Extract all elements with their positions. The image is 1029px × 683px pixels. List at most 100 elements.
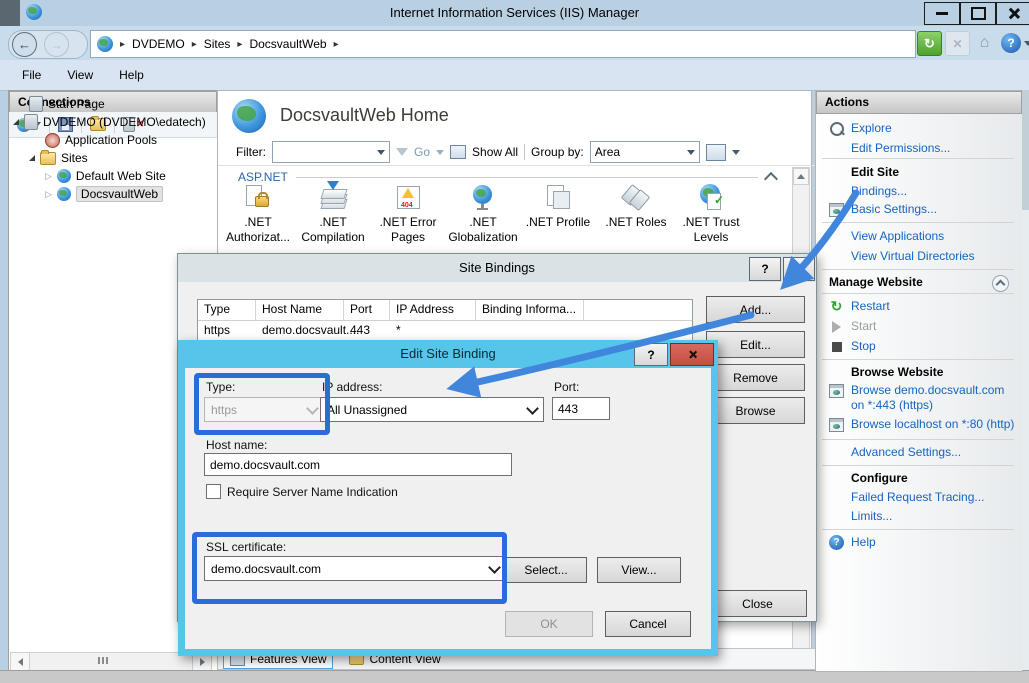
home-button[interactable]: ⌂ (973, 31, 996, 54)
host-name-input[interactable]: demo.docsvault.com (204, 453, 512, 476)
dialog-close-button[interactable] (783, 257, 815, 281)
tree-item-sites[interactable]: Sites (29, 149, 88, 167)
menu-bar: File View Help (0, 60, 1029, 91)
minimize-button[interactable] (924, 2, 960, 25)
action-failed-request-tracing[interactable]: Failed Request Tracing... (829, 490, 1017, 505)
section-collapse-icon[interactable] (764, 172, 778, 186)
feature-net-profile[interactable]: .NET Profile (520, 183, 596, 230)
close-dialog-button[interactable]: Close (708, 590, 807, 617)
stop-load-button[interactable]: ✕ (945, 31, 970, 56)
maximize-button[interactable] (960, 2, 996, 25)
expanded-arrow-icon[interactable] (29, 155, 35, 161)
dialog-help-button[interactable]: ? (749, 257, 781, 281)
menu-view[interactable]: View (67, 68, 93, 82)
close-icon (1007, 7, 1020, 20)
scroll-left-button[interactable] (10, 652, 30, 671)
feature-net-globalization[interactable]: .NET Globalization (445, 183, 521, 245)
sni-checkbox[interactable] (206, 484, 221, 499)
net-compilation-icon (319, 183, 347, 211)
collapsed-arrow-icon[interactable]: ▷ (45, 171, 52, 182)
col-host-name[interactable]: Host Name (256, 300, 344, 320)
select-button[interactable]: Select... (505, 557, 587, 583)
section-header-aspnet[interactable]: ASP.NET (238, 170, 288, 184)
show-all-icon (450, 145, 466, 159)
view-button[interactable]: View... (597, 557, 681, 583)
close-button[interactable] (996, 2, 1029, 25)
port-input[interactable]: 443 (552, 397, 610, 420)
tree-item-default-web-site[interactable]: ▷ Default Web Site (45, 167, 166, 185)
filter-input[interactable] (272, 141, 390, 163)
group-by-select[interactable]: Area (590, 141, 700, 163)
action-explore[interactable]: Explore (829, 121, 1017, 136)
action-view-virtual-directories[interactable]: View Virtual Directories (829, 249, 1017, 264)
basic-settings-icon (829, 202, 844, 217)
action-limits[interactable]: Limits... (829, 509, 1017, 524)
show-all-button[interactable]: Show All (472, 145, 518, 159)
feature-net-trust-levels[interactable]: ✓ .NET Trust Levels (673, 183, 749, 245)
col-ip-address[interactable]: IP Address (390, 300, 476, 320)
breadcrumb-arrow: ▸ (237, 39, 242, 50)
go-button[interactable]: Go (414, 145, 430, 159)
breadcrumb[interactable]: ▸ DVDEMO ▸ Sites ▸ DocsvaultWeb ▸ (90, 30, 916, 58)
action-help[interactable]: ? Help (829, 535, 1017, 550)
binding-row[interactable]: https demo.docsvault.... 443 * (198, 321, 692, 340)
menu-help[interactable]: Help (119, 68, 144, 82)
feature-net-compilation[interactable]: .NET Compilation (295, 183, 371, 245)
feature-net-authorization[interactable]: .NET Authorizat... (220, 183, 296, 245)
help-caret-icon[interactable] (1024, 41, 1029, 46)
scrollbar-grip[interactable] (98, 657, 108, 664)
breadcrumb-server[interactable]: DVDEMO (132, 37, 185, 51)
add-button[interactable]: Add... (706, 296, 805, 323)
action-edit-permissions[interactable]: Edit Permissions... (829, 141, 1017, 156)
action-basic-settings[interactable]: Basic Settings... (829, 202, 1017, 217)
dialog-close-button[interactable] (670, 343, 714, 366)
filter-funnel-icon (396, 148, 408, 156)
port-label: Port: (554, 380, 579, 394)
collapsed-arrow-icon[interactable]: ▷ (45, 189, 52, 200)
tree-item-start-page[interactable]: Start Page (29, 95, 105, 113)
collapse-group-icon[interactable] (992, 275, 1009, 292)
breadcrumb-sites[interactable]: Sites (204, 37, 231, 51)
action-stop[interactable]: Stop (829, 339, 1017, 354)
col-type[interactable]: Type (198, 300, 256, 320)
tree-item-application-pools[interactable]: Application Pools (45, 131, 157, 149)
col-binding-info[interactable]: Binding Informa... (476, 300, 584, 320)
view-mode-caret-icon[interactable] (732, 150, 740, 155)
actions-group-manage-website: Manage Website (829, 275, 1017, 290)
view-mode-icon[interactable] (706, 144, 726, 161)
scroll-up-button[interactable] (793, 168, 809, 185)
back-button[interactable]: ← (12, 32, 37, 57)
maximize-icon (971, 7, 986, 20)
highlight-ssl-box (192, 532, 507, 604)
stop-icon (829, 339, 844, 354)
action-bindings[interactable]: Bindings... (829, 184, 1017, 199)
host-name-label: Host name: (206, 438, 267, 452)
breadcrumb-site[interactable]: DocsvaultWeb (249, 37, 326, 51)
feature-net-error-pages[interactable]: 404 .NET Error Pages (370, 183, 446, 245)
browser-icon (829, 383, 844, 398)
action-view-applications[interactable]: View Applications (829, 229, 1017, 244)
help-button-top[interactable]: ? (1001, 33, 1021, 53)
remove-button[interactable]: Remove (706, 364, 805, 391)
action-advanced-settings[interactable]: Advanced Settings... (829, 445, 1017, 460)
browse-button[interactable]: Browse (706, 397, 805, 424)
dialog-help-button[interactable]: ? (634, 343, 668, 366)
ip-address-select[interactable]: All Unassigned (320, 397, 544, 422)
actions-scrollbar[interactable] (1022, 90, 1029, 670)
refresh-button[interactable]: ↻ (917, 31, 942, 56)
explore-icon (829, 121, 844, 136)
col-port[interactable]: Port (344, 300, 390, 320)
action-browse-http[interactable]: Browse localhost on *:80 (http) (829, 417, 1017, 432)
tree-item-docsvaultweb[interactable]: ▷ DocsvaultWeb (45, 185, 163, 203)
cancel-button[interactable]: Cancel (605, 611, 691, 637)
menu-file[interactable]: File (22, 68, 41, 82)
tree-item-server[interactable]: DVDEMO (DVDEMO\edatech) (13, 113, 206, 131)
web-site-icon (57, 169, 71, 183)
go-caret-icon[interactable] (436, 150, 444, 155)
edit-button[interactable]: Edit... (706, 331, 805, 358)
feature-net-roles[interactable]: .NET Roles (598, 183, 674, 230)
forward-button[interactable]: → (44, 32, 69, 57)
action-browse-https[interactable]: Browse demo.docsvault.com on *:443 (http… (829, 383, 1017, 413)
expanded-arrow-icon[interactable] (13, 119, 19, 125)
action-restart[interactable]: ↻ Restart (829, 299, 1017, 314)
